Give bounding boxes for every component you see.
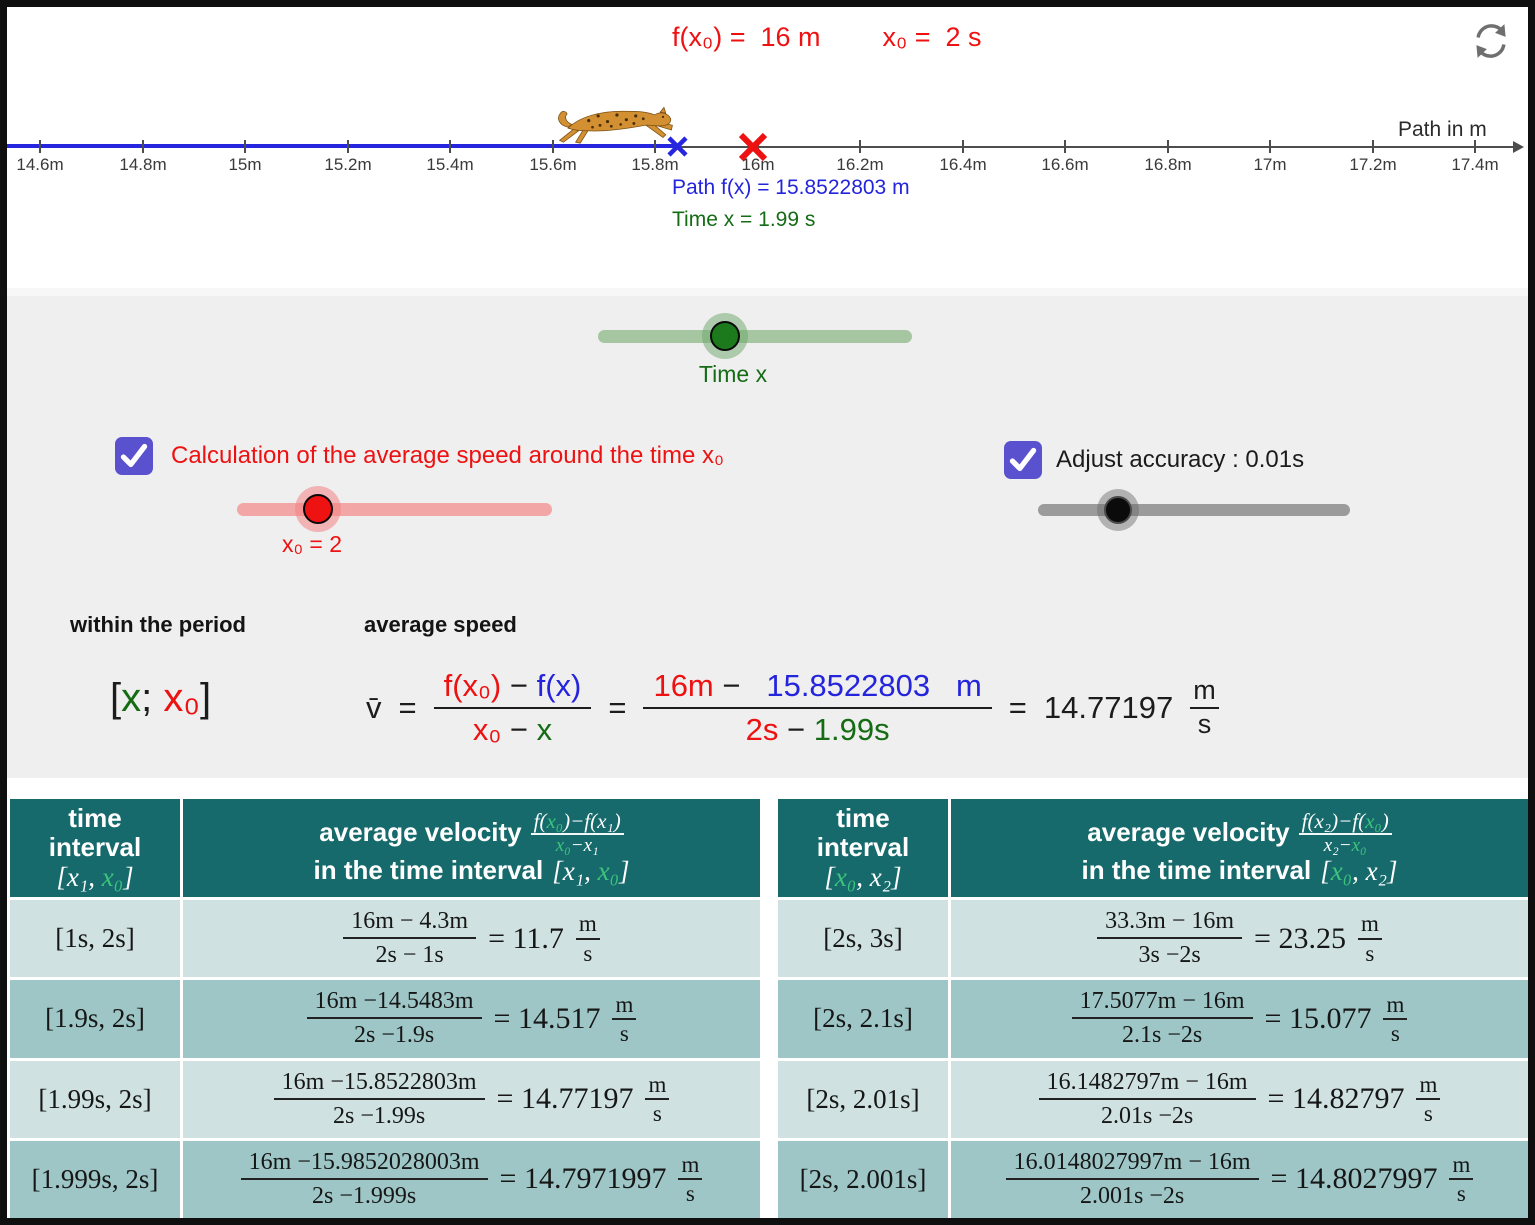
right-table-header-interval: time interval [x₀, x₂] bbox=[778, 799, 948, 897]
symbolic-fraction: f(x₀) − f(x) x₀ − x bbox=[434, 668, 592, 748]
applet-root: f(x₀) = 16 m x₀ = 2 s Path in m 14.6m 14… bbox=[0, 0, 1535, 1225]
reset-icon[interactable] bbox=[1470, 20, 1512, 62]
avg-speed-checkbox-label: Calculation of the average speed around … bbox=[171, 442, 724, 470]
x0-value-label: x₀ = 2 s bbox=[883, 22, 982, 53]
axis-tick: 16.4m bbox=[918, 140, 1008, 175]
period-interval: [x; x₀] bbox=[110, 676, 211, 721]
formula-cell: 16.1482797m − 16m2.01s −2s = 14.82797 ms bbox=[951, 1061, 1528, 1138]
accuracy-checkbox[interactable] bbox=[1004, 441, 1042, 479]
right-velocity-table: time interval [x₀, x₂] average velocity … bbox=[778, 799, 1528, 1218]
axis-tick: 14.8m bbox=[98, 140, 188, 175]
speed-result: 14.77197 bbox=[1044, 690, 1173, 726]
equals-sign: = bbox=[608, 690, 626, 726]
axis-tick: 15.2m bbox=[303, 140, 393, 175]
axis-tick: 16.2m bbox=[815, 140, 905, 175]
numeric-fraction: 16m − 15.8522803 m 2s − 1.99s bbox=[643, 668, 991, 748]
x0-position-x-marker bbox=[737, 131, 769, 168]
cheetah-image bbox=[552, 99, 680, 146]
time-slider-label: Time x bbox=[688, 361, 778, 388]
x0-slider-track[interactable] bbox=[237, 503, 552, 516]
interval-cell: [1.9s, 2s] bbox=[10, 980, 180, 1057]
panel-divider bbox=[7, 288, 1528, 296]
axis-tick: 16.8m bbox=[1123, 140, 1213, 175]
axis-tick: 17.2m bbox=[1328, 140, 1418, 175]
interval-cell: [2s, 2.01s] bbox=[778, 1061, 948, 1138]
accuracy-slider-track[interactable] bbox=[1038, 504, 1350, 516]
time-slider-track[interactable] bbox=[598, 330, 912, 343]
formula-cell: 16m −14.5483m2s −1.9s = 14.517 ms bbox=[183, 980, 760, 1057]
axis-tick: 16.6m bbox=[1020, 140, 1110, 175]
axis-tick: 17.4m bbox=[1430, 140, 1520, 175]
formula-cell: 16m − 4.3m2s − 1s = 11.7 ms bbox=[183, 900, 760, 977]
interval-cell: [2s, 2.001s] bbox=[778, 1141, 948, 1218]
axis-tick: 15m bbox=[200, 140, 290, 175]
speed-title: average speed bbox=[364, 612, 517, 638]
left-table-header-velocity: average velocity f(x₀)−f(x₁)x₀−x₁ in the… bbox=[183, 799, 760, 897]
fx0-value-label: f(x₀) = 16 m bbox=[672, 22, 821, 53]
time-slider-handle[interactable] bbox=[710, 321, 740, 351]
interval-cell: [2s, 2.1s] bbox=[778, 980, 948, 1057]
vbar-symbol: v̄ bbox=[366, 690, 382, 726]
current-position-x-marker bbox=[666, 135, 689, 163]
average-speed-formula: v̄ = f(x₀) − f(x) x₀ − x = 16m − 15.8522… bbox=[366, 648, 1219, 768]
x0-slider-label: x₀ = 2 bbox=[282, 531, 342, 558]
formula-cell: 16m −15.8522803m2s −1.99s = 14.77197 ms bbox=[183, 1061, 760, 1138]
accuracy-checkbox-label: Adjust accuracy : 0.01s bbox=[1056, 446, 1304, 474]
left-table-header-interval: time interval [x₁, x₀] bbox=[10, 799, 180, 897]
axis-tick: 17m bbox=[1225, 140, 1315, 175]
x0-slider-handle[interactable] bbox=[303, 494, 333, 524]
time-value-label: Time x = 1.99 s bbox=[672, 208, 815, 232]
path-value-label: Path f(x) = 15.8522803 m bbox=[672, 176, 910, 200]
equals-sign: = bbox=[1009, 690, 1027, 726]
formula-cell: 33.3m − 16m3s −2s = 23.25 ms bbox=[951, 900, 1528, 977]
period-title: within the period bbox=[70, 612, 246, 638]
accuracy-slider-handle[interactable] bbox=[1104, 496, 1132, 524]
avg-speed-checkbox[interactable] bbox=[115, 437, 153, 475]
left-velocity-table: time interval [x₁, x₀] average velocity … bbox=[10, 799, 760, 1218]
interval-cell: [1.999s, 2s] bbox=[10, 1141, 180, 1218]
formula-cell: 16m −15.9852028003m2s −1.999s = 14.79719… bbox=[183, 1141, 760, 1218]
current-values-readout: f(x₀) = 16 m x₀ = 2 s bbox=[672, 22, 982, 53]
formula-cell: 17.5077m − 16m2.1s −2s = 15.077 ms bbox=[951, 980, 1528, 1057]
interval-cell: [1.99s, 2s] bbox=[10, 1061, 180, 1138]
interval-cell: [1s, 2s] bbox=[10, 900, 180, 977]
speed-unit: m s bbox=[1190, 676, 1219, 739]
formula-cell: 16.0148027997m − 16m2.001s −2s = 14.8027… bbox=[951, 1141, 1528, 1218]
axis-tick: 15.4m bbox=[405, 140, 495, 175]
axis-title: Path in m bbox=[1398, 118, 1487, 142]
right-table-header-velocity: average velocity f(x₂)−f(x₀)x₂−x₀ in the… bbox=[951, 799, 1528, 897]
interval-cell: [2s, 3s] bbox=[778, 900, 948, 977]
equals-sign: = bbox=[399, 690, 417, 726]
axis-tick: 14.6m bbox=[0, 140, 85, 175]
